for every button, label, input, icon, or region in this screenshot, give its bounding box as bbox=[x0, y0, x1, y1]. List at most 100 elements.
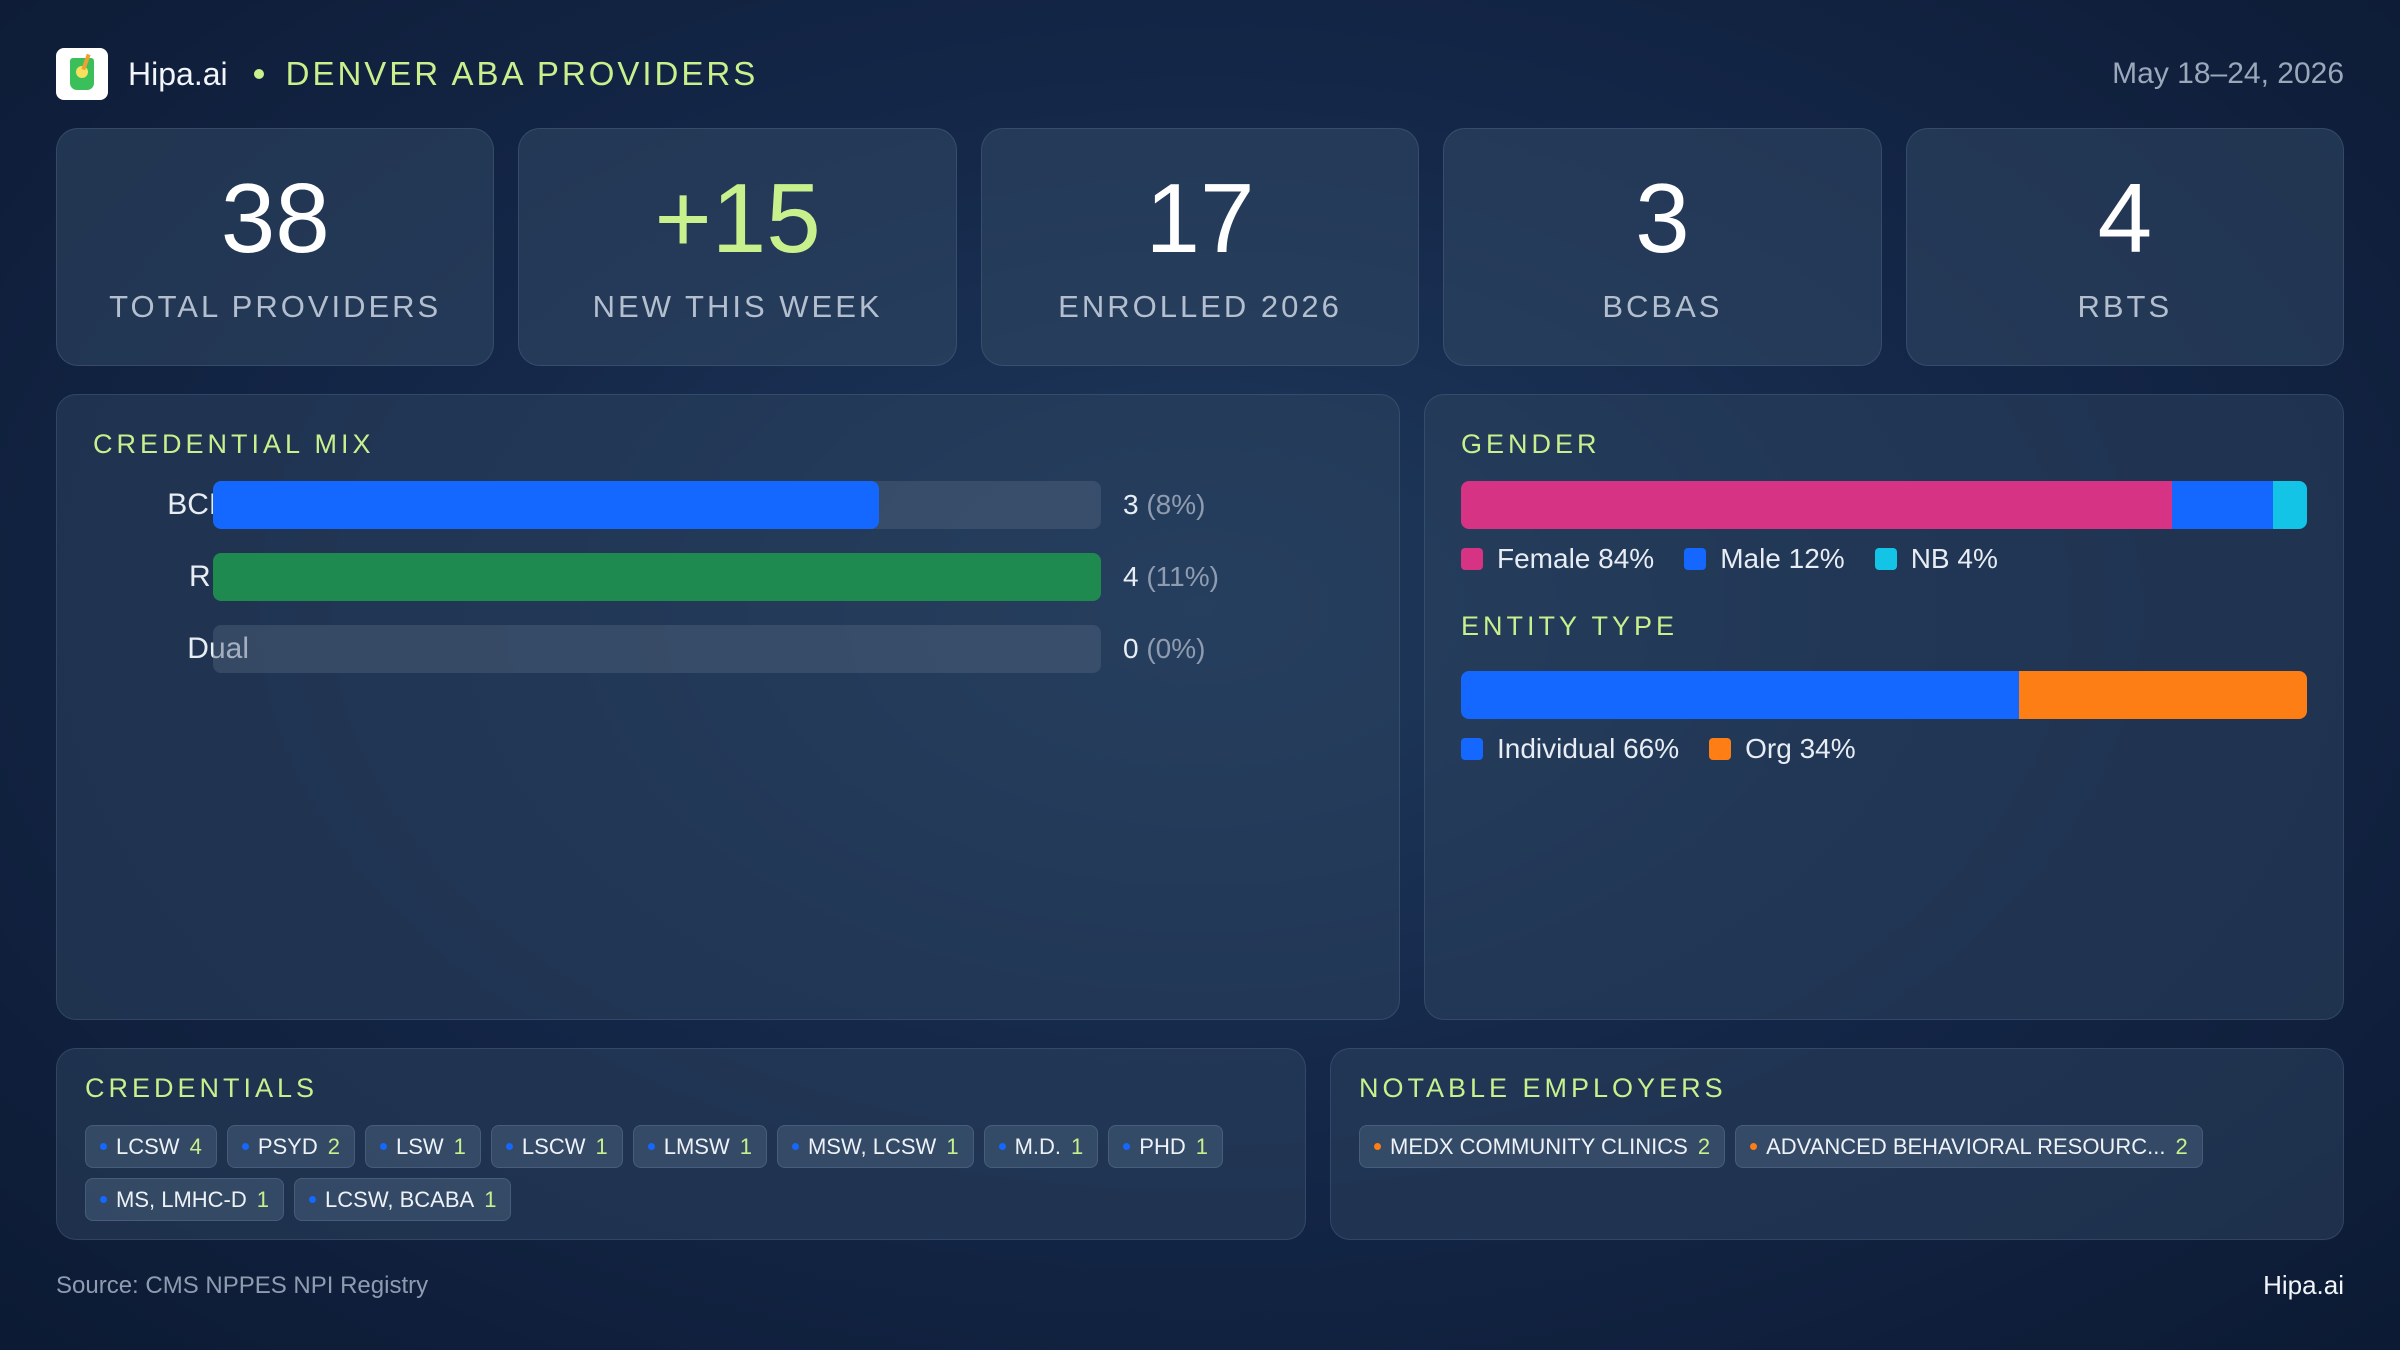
kpi-label: BCBAS bbox=[1602, 289, 1723, 324]
chip-dot bbox=[309, 1196, 317, 1203]
chip-count: 2 bbox=[1697, 1133, 1711, 1159]
tag-chip: LCSW 4 bbox=[85, 1125, 217, 1168]
chip-count: 1 bbox=[484, 1186, 497, 1212]
legend-item: Individual 66% bbox=[1461, 733, 1679, 765]
stack-segment bbox=[2171, 481, 2274, 529]
credential-chips: LCSW 4 PSYD 2 LSW 1 LSCW 1 LMSW 1 MSW, LCSW 1 M.D. 1 P… bbox=[85, 1125, 1277, 1221]
kpi-value: +15 bbox=[654, 163, 821, 273]
legend-label: NB 4% bbox=[1910, 543, 1998, 574]
chip-label: ADVANCED BEHAVIORAL RESOURC... bbox=[1766, 1133, 2166, 1159]
bar-value: 4 (11%) bbox=[1123, 553, 1219, 601]
employers-panel: NOTABLE EMPLOYERS MEDX COMMUNITY CLINICS… bbox=[1330, 1048, 2344, 1240]
chip-dot bbox=[379, 1143, 387, 1150]
bar-fill bbox=[213, 481, 879, 529]
gender-legend: Female 84% Male 12% NB 4% bbox=[1461, 543, 2028, 575]
chip-dot bbox=[241, 1143, 249, 1150]
chip-label: PHD bbox=[1139, 1133, 1186, 1159]
tag-chip: LCSW, BCABA 1 bbox=[294, 1178, 512, 1221]
legend-swatch bbox=[1461, 548, 1483, 570]
legend-label: Female 84% bbox=[1497, 543, 1655, 574]
gender-stacked-bar bbox=[1461, 481, 2307, 529]
chip-count: 1 bbox=[739, 1133, 752, 1159]
page-title: DENVER ABA PROVIDERS bbox=[285, 55, 759, 92]
legend-label: Org 34% bbox=[1745, 733, 1856, 764]
tag-chip: PSYD 2 bbox=[226, 1125, 355, 1168]
tag-chip: MS, LMHC-D 1 bbox=[85, 1178, 285, 1221]
bar-pct: (0%) bbox=[1146, 633, 1206, 664]
chip-label: LSCW bbox=[521, 1133, 586, 1159]
kpi-total-providers: 38 TOTAL PROVIDERS bbox=[56, 128, 495, 366]
kpi-enrolled-2026: 17 ENROLLED 2026 bbox=[980, 128, 1420, 366]
chip-dot bbox=[1123, 1143, 1131, 1150]
chip-dot bbox=[100, 1196, 107, 1203]
chip-label: LSW bbox=[395, 1133, 444, 1159]
tag-chip: M.D. 1 bbox=[983, 1125, 1099, 1168]
bar-track bbox=[213, 481, 1101, 529]
bar-fill bbox=[213, 553, 1101, 601]
stack-segment bbox=[1461, 481, 2172, 529]
separator-dot bbox=[253, 69, 264, 79]
legend-item: NB 4% bbox=[1874, 543, 1998, 575]
tag-chip: LSCW 1 bbox=[490, 1125, 623, 1168]
bar-pct: (11%) bbox=[1146, 561, 1219, 592]
tag-chip: ADVANCED BEHAVIORAL RESOURC... 2 bbox=[1735, 1125, 2203, 1168]
kpi-value: 3 bbox=[1635, 163, 1690, 273]
chip-dot bbox=[647, 1143, 655, 1150]
credential-mix-panel: CREDENTIAL MIX BCBA 3 (8%) RBT 4 (11%) D… bbox=[56, 394, 1400, 1020]
kpi-label: TOTAL PROVIDERS bbox=[109, 289, 442, 324]
legend-item: Female 84% bbox=[1461, 543, 1654, 575]
bar-count: 3 bbox=[1123, 489, 1139, 520]
legend-swatch bbox=[1461, 738, 1483, 760]
cup-icon bbox=[56, 48, 108, 100]
legend-label: Individual 66% bbox=[1497, 733, 1680, 764]
kpi-row: 38 TOTAL PROVIDERS +15 NEW THIS WEEK 17 … bbox=[56, 128, 2345, 366]
chip-label: LCSW bbox=[116, 1133, 180, 1159]
credentials-panel: CREDENTIALS LCSW 4 PSYD 2 LSW 1 LSCW 1 LMSW 1 MSW,… bbox=[56, 1048, 1306, 1240]
bar-value: 0 (0%) bbox=[1123, 625, 1205, 673]
chip-label: MS, LMHC-D bbox=[116, 1186, 247, 1212]
legend-swatch bbox=[1874, 548, 1897, 570]
tag-chip: MSW, LCSW 1 bbox=[776, 1125, 974, 1168]
tag-chip: MEDX COMMUNITY CLINICS 2 bbox=[1359, 1125, 1726, 1168]
chip-dot bbox=[1750, 1143, 1758, 1150]
bar-row-rbt: RBT 4 (11%) bbox=[57, 553, 1401, 601]
bar-pct: (8%) bbox=[1146, 489, 1206, 520]
entity-type-legend: Individual 66% Org 34% bbox=[1461, 733, 1886, 765]
chip-count: 4 bbox=[189, 1133, 202, 1159]
panel-title: CREDENTIALS bbox=[85, 1073, 319, 1103]
gender-title: GENDER bbox=[1461, 429, 1601, 459]
kpi-value: 38 bbox=[220, 163, 330, 273]
bar-track bbox=[213, 625, 1101, 673]
chip-label: MSW, LCSW bbox=[807, 1133, 937, 1159]
legend-swatch bbox=[1684, 548, 1707, 570]
kpi-label: NEW THIS WEEK bbox=[592, 289, 883, 324]
date-range: May 18–24, 2026 bbox=[2112, 57, 2344, 90]
legend-swatch bbox=[1709, 738, 1732, 760]
legend-item: Male 12% bbox=[1684, 543, 1845, 575]
stack-segment bbox=[2273, 481, 2307, 529]
entity-type-stacked-bar bbox=[1461, 671, 2307, 719]
employer-chips: MEDX COMMUNITY CLINICS 2 ADVANCED BEHAVIOR… bbox=[1359, 1125, 2315, 1168]
chip-count: 1 bbox=[453, 1133, 466, 1159]
tag-chip: PHD 1 bbox=[1108, 1125, 1223, 1168]
kpi-new-this-week: +15 NEW THIS WEEK bbox=[518, 128, 957, 366]
bar-row-dual: Dual 0 (0%) bbox=[57, 625, 1401, 673]
header: Hipa.ai DENVER ABA PROVIDERS May 18–24, … bbox=[56, 46, 2344, 102]
chip-label: LMSW bbox=[663, 1133, 730, 1159]
chip-label: M.D. bbox=[1014, 1133, 1062, 1159]
chip-count: 2 bbox=[2175, 1133, 2188, 1159]
entity-type-title: ENTITY TYPE bbox=[1461, 611, 1679, 641]
chip-dot bbox=[505, 1143, 513, 1150]
tag-chip: LMSW 1 bbox=[632, 1125, 767, 1168]
bar-row-bcba: BCBA 3 (8%) bbox=[57, 481, 1401, 529]
chip-count: 1 bbox=[1195, 1133, 1208, 1159]
bar-count: 4 bbox=[1123, 561, 1139, 592]
tag-chip: LSW 1 bbox=[364, 1125, 481, 1168]
bar-track bbox=[213, 553, 1101, 601]
source-note: Source: CMS NPPES NPI Registry bbox=[56, 1272, 429, 1299]
chip-count: 1 bbox=[595, 1133, 608, 1159]
chip-count: 2 bbox=[327, 1133, 340, 1159]
chip-dot bbox=[1374, 1143, 1381, 1150]
chip-count: 1 bbox=[1071, 1133, 1084, 1159]
chip-label: LCSW, BCABA bbox=[325, 1186, 475, 1212]
